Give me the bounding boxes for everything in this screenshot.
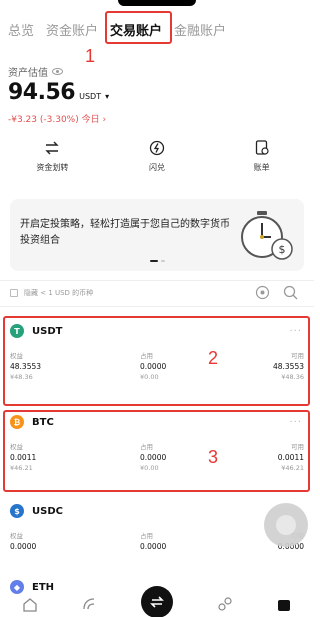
used-label: 占用 — [140, 532, 153, 540]
divider — [0, 306, 314, 307]
bill-icon — [253, 140, 271, 156]
carousel-indicator — [150, 260, 165, 262]
balance-unit[interactable]: USDT — [79, 92, 101, 101]
annotation-2: 2 — [208, 348, 219, 368]
daily-change[interactable]: -¥3.23 (-3.30%) 今日 › — [8, 112, 106, 125]
discover-icon[interactable] — [217, 596, 233, 612]
transfer-icon — [43, 140, 61, 156]
assistive-touch-button[interactable] — [264, 503, 308, 547]
bill-button[interactable]: 账单 — [222, 140, 302, 180]
highlight-box-usdt — [3, 316, 310, 406]
eye-icon[interactable] — [52, 68, 63, 75]
highlight-box-trading-tab — [105, 11, 172, 44]
asset-header: ◆ ETH — [10, 580, 54, 594]
flash-convert-button[interactable]: 闪兑 — [117, 140, 197, 180]
tab-financial-account[interactable]: 金融账户 — [174, 20, 226, 39]
home-icon[interactable] — [22, 596, 38, 612]
search-icon[interactable] — [283, 285, 298, 300]
quick-actions: 资金划转 闪兑 账单 — [0, 140, 314, 180]
annotation-1: 1 — [85, 46, 96, 66]
tab-funding-account[interactable]: 资金账户 — [46, 20, 98, 39]
asset-header: $ USDC — [10, 504, 63, 518]
transfer-label: 资金划转 — [36, 163, 69, 172]
highlight-box-btc — [3, 410, 310, 492]
target-icon[interactable] — [255, 285, 270, 300]
equity-value: 0.0000 — [10, 542, 37, 551]
asset-estimate-label: 资产估值 — [8, 64, 63, 79]
checkbox-hide-small[interactable] — [10, 289, 18, 297]
eth-coin-icon: ◆ — [10, 580, 24, 594]
flash-convert-label: 闪兑 — [148, 163, 165, 172]
wallet-icon[interactable] — [276, 596, 292, 612]
equity-label: 权益 — [10, 532, 23, 540]
bill-label: 账单 — [253, 163, 270, 172]
tab-overview[interactable]: 总览 — [8, 20, 34, 39]
balance-amount: 94.56 USDT ▾ — [8, 80, 109, 105]
flash-convert-icon — [148, 140, 166, 156]
svg-text:$: $ — [279, 243, 286, 256]
hide-small-label: 隐藏 < 1 USD 的币种 — [24, 289, 94, 297]
market-icon[interactable] — [81, 596, 97, 612]
balance-value: 94.56 — [8, 80, 76, 105]
usdc-coin-icon: $ — [10, 504, 24, 518]
annotation-3: 3 — [208, 447, 219, 467]
promo-banner[interactable]: 开启定投策略，轻松打造属于您自己的数字货币投资组合 $ — [10, 199, 304, 271]
asset-estimate-text: 资产估值 — [8, 68, 48, 79]
transfer-button[interactable]: 资金划转 — [12, 140, 92, 180]
asset-name: ETH — [32, 581, 55, 593]
stopwatch-coin-icon: $ — [241, 211, 293, 260]
swap-icon — [150, 596, 164, 608]
chevron-down-icon[interactable]: ▾ — [105, 92, 109, 101]
asset-name: USDC — [32, 505, 63, 517]
trade-button[interactable] — [141, 586, 173, 617]
divider — [0, 280, 314, 281]
banner-text: 开启定投策略，轻松打造属于您自己的数字货币投资组合 — [20, 219, 230, 246]
camera-notch — [118, 0, 196, 6]
hide-small-balances[interactable]: 隐藏 < 1 USD 的币种 — [10, 288, 93, 298]
asset-values: 权益0.0000 占用0.0000 可用0.0000 — [10, 530, 304, 551]
used-value: 0.0000 — [140, 542, 167, 551]
